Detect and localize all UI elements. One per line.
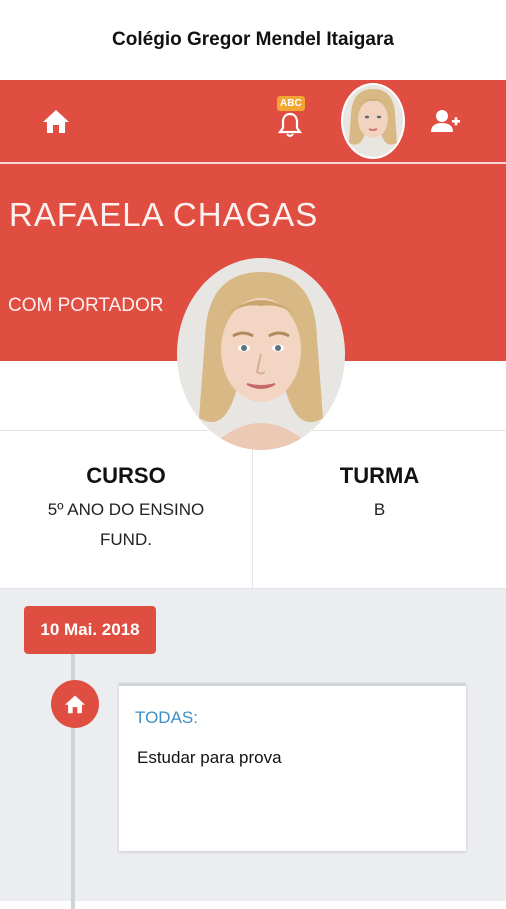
avatar-photo [343, 85, 403, 157]
student-avatar[interactable] [341, 83, 405, 159]
add-user-icon [431, 110, 460, 132]
add-user-button[interactable] [426, 101, 466, 141]
student-photo [177, 258, 345, 450]
home-button[interactable] [36, 101, 76, 141]
top-toolbar: ABC [0, 80, 506, 162]
student-info: CURSO 5º ANO DO ENSINO FUND. TURMA B [0, 430, 506, 589]
profile-photo [177, 258, 345, 450]
abc-badge: ABC [277, 96, 305, 111]
class-label: TURMA [339, 463, 420, 488]
notifications-button[interactable]: ABC [270, 96, 310, 140]
course-section: CURSO 5º ANO DO ENSINO FUND. [0, 431, 253, 589]
activity-feed: 10 Mai. 2018 TODAS: Estudar para prova [0, 588, 506, 909]
student-name: RAFAELA CHAGAS [9, 196, 319, 233]
card-target: TODAS: [135, 708, 198, 727]
course-label: CURSO [86, 463, 166, 488]
student-status: COM PORTADOR [8, 295, 164, 316]
app-title: Colégio Gregor Mendel Itaigara [0, 0, 506, 80]
course-value: 5º ANO DO ENSINO FUND. [47, 500, 205, 549]
home-icon [43, 110, 69, 133]
bell-icon [278, 112, 302, 137]
class-value: B [373, 500, 386, 519]
card-text: Estudar para prova [137, 748, 282, 767]
date-badge: 10 Mai. 2018 [24, 606, 156, 654]
feed-card[interactable]: TODAS: Estudar para prova [119, 683, 466, 851]
class-section: TURMA B [253, 431, 506, 589]
timeline-marker [51, 680, 99, 728]
home-icon [65, 695, 85, 714]
